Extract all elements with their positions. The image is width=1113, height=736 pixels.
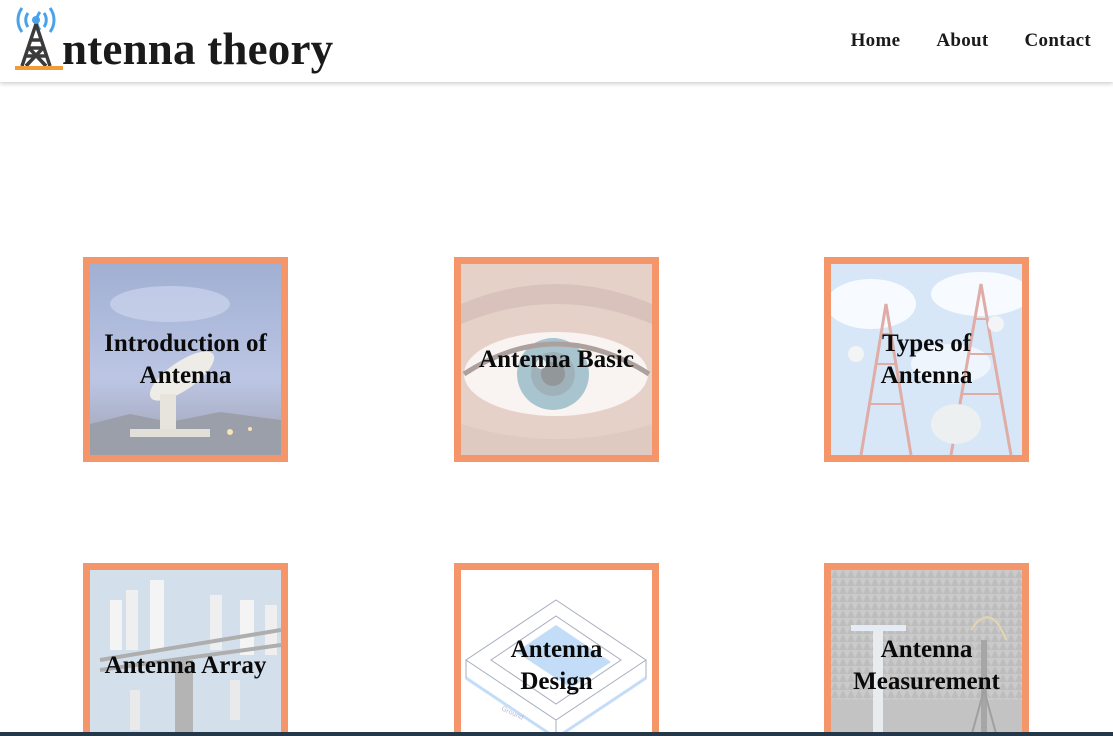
card-label: Types of Antenna	[880, 329, 973, 389]
nav-contact-link[interactable]: Contact	[989, 30, 1091, 52]
card-types-of-antenna[interactable]: Types of Antenna	[824, 257, 1029, 462]
card-label: Antenna Array	[104, 651, 267, 679]
nav-about-link[interactable]: About	[900, 30, 988, 52]
card-antenna-basic[interactable]: Antenna Basic	[454, 257, 659, 462]
bottom-bar	[0, 732, 1113, 736]
card-antenna-array[interactable]: Antenna Array	[83, 563, 288, 736]
logo-text: ntenna theory	[62, 24, 334, 74]
card-label: Antenna Design	[510, 635, 603, 695]
card-label: Antenna Measurement	[853, 635, 1000, 695]
main-nav: Home About Contact	[815, 30, 1091, 52]
nav-home-link[interactable]: Home	[815, 30, 901, 52]
card-antenna-measurement[interactable]: Antenna Measurement	[824, 563, 1029, 736]
site-logo[interactable]: ntenna theory	[12, 0, 334, 80]
card-label: Introduction of Antenna	[104, 329, 267, 389]
card-introduction-of-antenna[interactable]: Introduction of Antenna	[83, 257, 288, 462]
card-antenna-design[interactable]: Ground Antenna Design	[454, 563, 659, 736]
site-header: ntenna theory Home About Contact	[0, 0, 1113, 82]
card-label: Antenna Basic	[479, 345, 634, 373]
